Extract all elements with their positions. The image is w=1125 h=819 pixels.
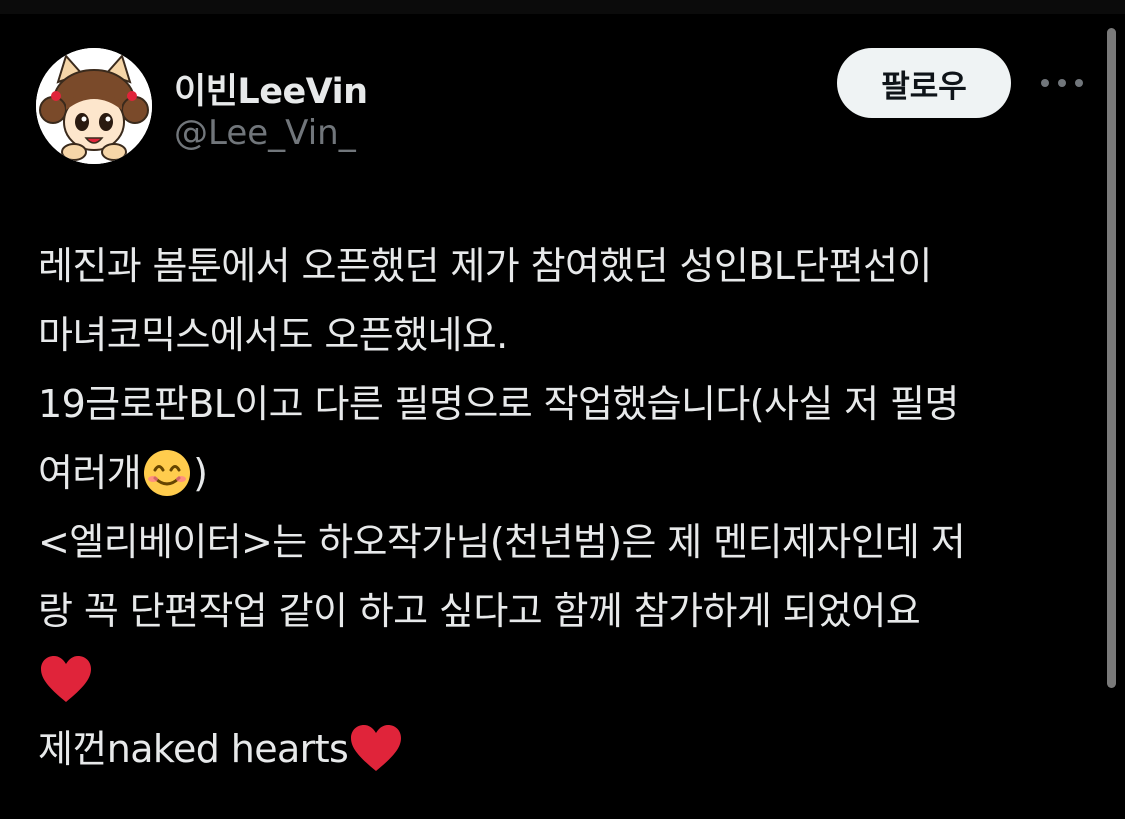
tweet-line-text: 제껀naked hearts [38, 727, 349, 771]
smiling-face-emoji [144, 450, 191, 496]
tweet-line [38, 646, 1083, 715]
avatar-illustration [36, 48, 152, 164]
more-horizontal-icon [1041, 79, 1083, 87]
tweet-line: <엘리베이터>는 하오작가님(천년범)은 제 멘티제자인데 저 [38, 520, 966, 564]
tweet-line: 마녀코믹스에서도 오픈했네요. [38, 313, 508, 357]
follow-button[interactable]: 팔로우 [837, 48, 1011, 118]
scrollbar-thumb[interactable] [1107, 28, 1116, 688]
user-handle[interactable]: @Lee_Vin_ [174, 113, 356, 153]
more-options-button[interactable] [1038, 64, 1086, 102]
tweet-line: 여러개) [38, 439, 1083, 508]
display-name[interactable]: 이빈LeeVin [174, 63, 368, 114]
red-heart-emoji [351, 725, 402, 771]
red-heart-emoji [41, 656, 91, 702]
tweet-line: 레진과 봄툰에서 오픈했던 제가 참여했던 성인BL단편선이 [38, 244, 932, 288]
top-edge-strip [0, 0, 1125, 14]
avatar[interactable] [36, 48, 152, 164]
tweet-line: 19금로판BL이고 다른 필명으로 작업했습니다(사실 저 필명 [38, 382, 959, 426]
tweet-line-text: 여러개 [38, 451, 142, 495]
tweet-line-text: ) [193, 451, 208, 495]
tweet-line: 제껀naked hearts [38, 715, 1083, 784]
tweet-line: 랑 꼭 단편작업 같이 하고 싶다고 함께 참가하게 되었어요 [38, 589, 921, 633]
tweet-text: 레진과 봄툰에서 오픈했던 제가 참여했던 성인BL단편선이 마녀코믹스에서도 … [38, 232, 1083, 784]
